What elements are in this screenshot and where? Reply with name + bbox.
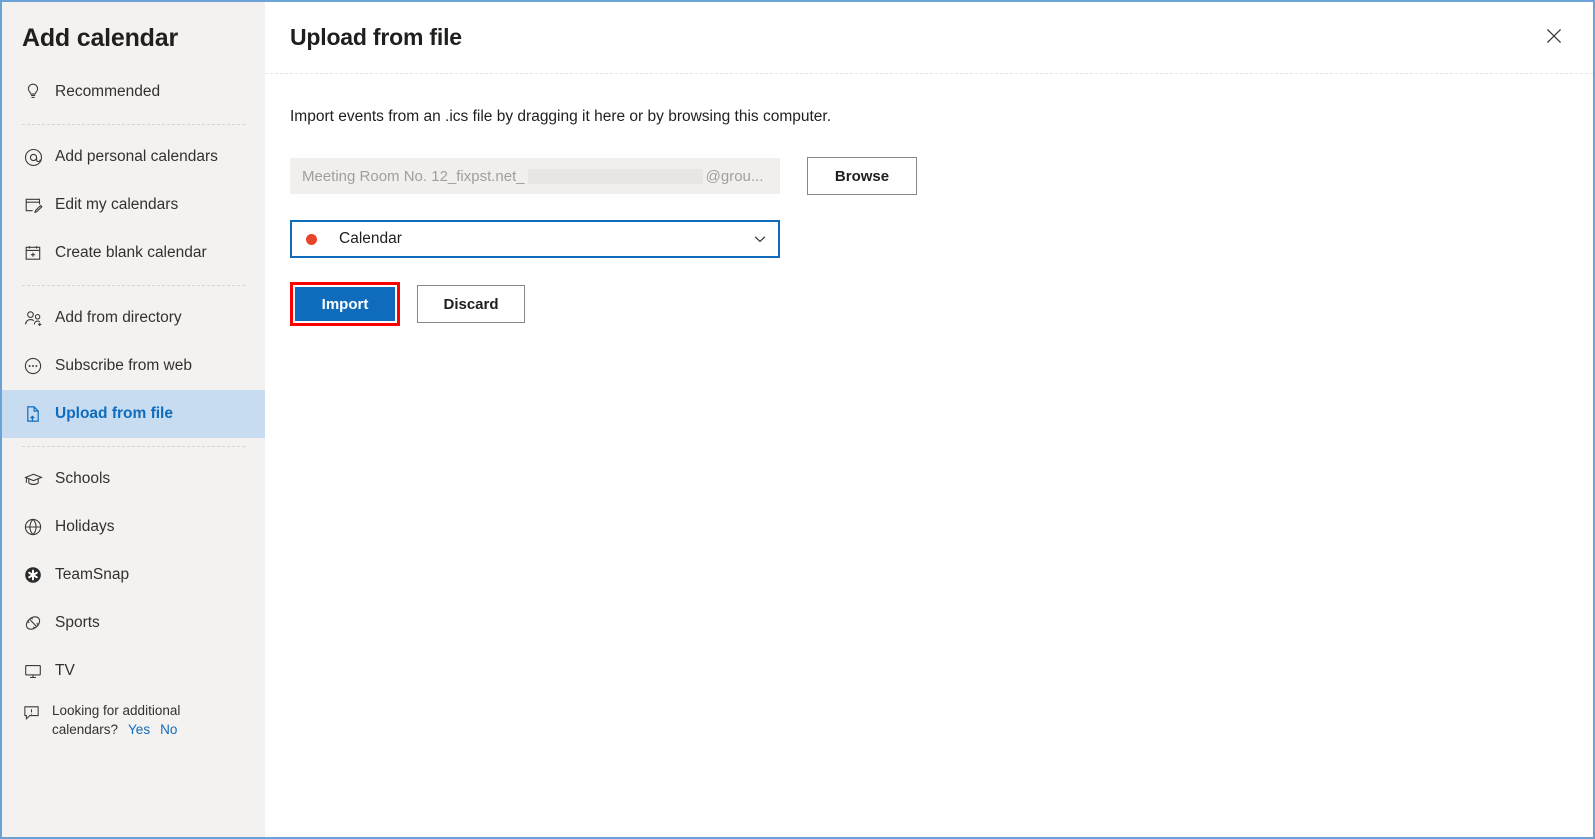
sidebar-item-label: Create blank calendar	[55, 244, 207, 261]
file-name-prefix: Meeting Room No. 12_fixpst.net_	[302, 167, 525, 185]
at-sign-icon	[22, 146, 44, 168]
sidebar-item-subscribe-from-web[interactable]: Subscribe from web	[2, 342, 265, 390]
person-add-icon	[22, 307, 44, 329]
sidebar-item-recommended[interactable]: Recommended	[2, 68, 265, 116]
close-button[interactable]	[1533, 17, 1575, 59]
nav-group-personal: Add personal calendars Edit my calendars	[2, 133, 265, 277]
teamsnap-asterisk-icon	[22, 564, 44, 586]
edit-calendar-icon	[22, 194, 44, 216]
file-upload-icon	[22, 403, 44, 425]
import-instructions: Import events from an .ics file by dragg…	[290, 108, 832, 125]
main-title: Upload from file	[290, 24, 462, 50]
sidebar-item-label: Subscribe from web	[55, 357, 192, 374]
sidebar-item-label: Add from directory	[55, 309, 182, 326]
nav-group-import: Add from directory Subscribe from web Up…	[2, 294, 265, 438]
calendar-color-dot	[306, 233, 317, 245]
main-body: Import events from an .ics file by dragg…	[265, 74, 1593, 326]
globe-icon	[22, 516, 44, 538]
sidebar-item-label: TeamSnap	[55, 566, 130, 583]
calendar-select[interactable]: Calendar	[290, 220, 780, 258]
sidebar-item-label: Edit my calendars	[55, 196, 179, 213]
sidebar-item-schools[interactable]: Schools	[2, 455, 265, 503]
sidebar-divider	[22, 285, 245, 286]
sidebar-divider	[22, 446, 245, 447]
additional-calendars-no-link[interactable]: No	[160, 722, 177, 737]
additional-calendars-yes-link[interactable]: Yes	[128, 722, 150, 737]
sidebar-item-tv[interactable]: TV	[2, 647, 265, 695]
nav-group-discover: Schools Holidays TeamSnap Sports TV	[2, 455, 265, 695]
graduation-cap-icon	[22, 468, 44, 490]
calendar-select-value: Calendar	[339, 230, 402, 247]
sidebar: Add calendar Recommended Add personal ca…	[2, 2, 265, 837]
additional-calendars-prompt: Looking for additional calendars? Yes No	[2, 695, 265, 739]
sidebar-item-label: Holidays	[55, 518, 115, 535]
page-title: Add calendar	[22, 24, 178, 52]
sidebar-item-upload-from-file[interactable]: Upload from file	[2, 390, 265, 438]
sidebar-item-teamsnap[interactable]: TeamSnap	[2, 551, 265, 599]
import-button[interactable]: Import	[295, 287, 395, 321]
redacted-file-segment	[527, 168, 703, 184]
sidebar-item-label: Add personal calendars	[55, 148, 218, 165]
add-calendar-dialog: Add calendar Recommended Add personal ca…	[0, 0, 1595, 839]
file-name-suffix: @grou...	[705, 167, 764, 185]
import-button-highlight: Import	[290, 282, 400, 326]
sidebar-item-create-blank-calendar[interactable]: Create blank calendar	[2, 229, 265, 277]
sports-ball-icon	[22, 612, 44, 634]
main-pane: Upload from file Import events from an .…	[265, 2, 1593, 837]
feedback-comment-icon	[22, 703, 42, 723]
sidebar-item-holidays[interactable]: Holidays	[2, 503, 265, 551]
sidebar-item-label: TV	[55, 662, 75, 679]
ellipsis-circle-icon	[22, 355, 44, 377]
action-row: Import Discard	[290, 282, 1568, 326]
selected-file-field[interactable]: Meeting Room No. 12_fixpst.net_ @grou...	[290, 158, 780, 194]
sidebar-item-label: Recommended	[55, 83, 161, 100]
sidebar-item-sports[interactable]: Sports	[2, 599, 265, 647]
sidebar-item-label: Upload from file	[55, 405, 173, 422]
monitor-icon	[22, 660, 44, 682]
sidebar-item-label: Schools	[55, 470, 111, 487]
browse-button[interactable]: Browse	[807, 157, 917, 195]
nav-group-recommended: Recommended	[2, 68, 265, 116]
sidebar-divider	[22, 124, 245, 125]
sidebar-item-edit-my-calendars[interactable]: Edit my calendars	[2, 181, 265, 229]
sidebar-item-add-from-directory[interactable]: Add from directory	[2, 294, 265, 342]
chevron-down-icon	[752, 231, 768, 247]
main-header: Upload from file	[265, 2, 1593, 74]
calendar-plus-icon	[22, 242, 44, 264]
sidebar-item-add-personal-calendars[interactable]: Add personal calendars	[2, 133, 265, 181]
discard-button[interactable]: Discard	[417, 285, 525, 323]
lightbulb-icon	[22, 81, 44, 103]
sidebar-item-label: Sports	[55, 614, 100, 631]
file-selection-row: Meeting Room No. 12_fixpst.net_ @grou... …	[290, 157, 1568, 195]
close-icon	[1545, 27, 1563, 48]
